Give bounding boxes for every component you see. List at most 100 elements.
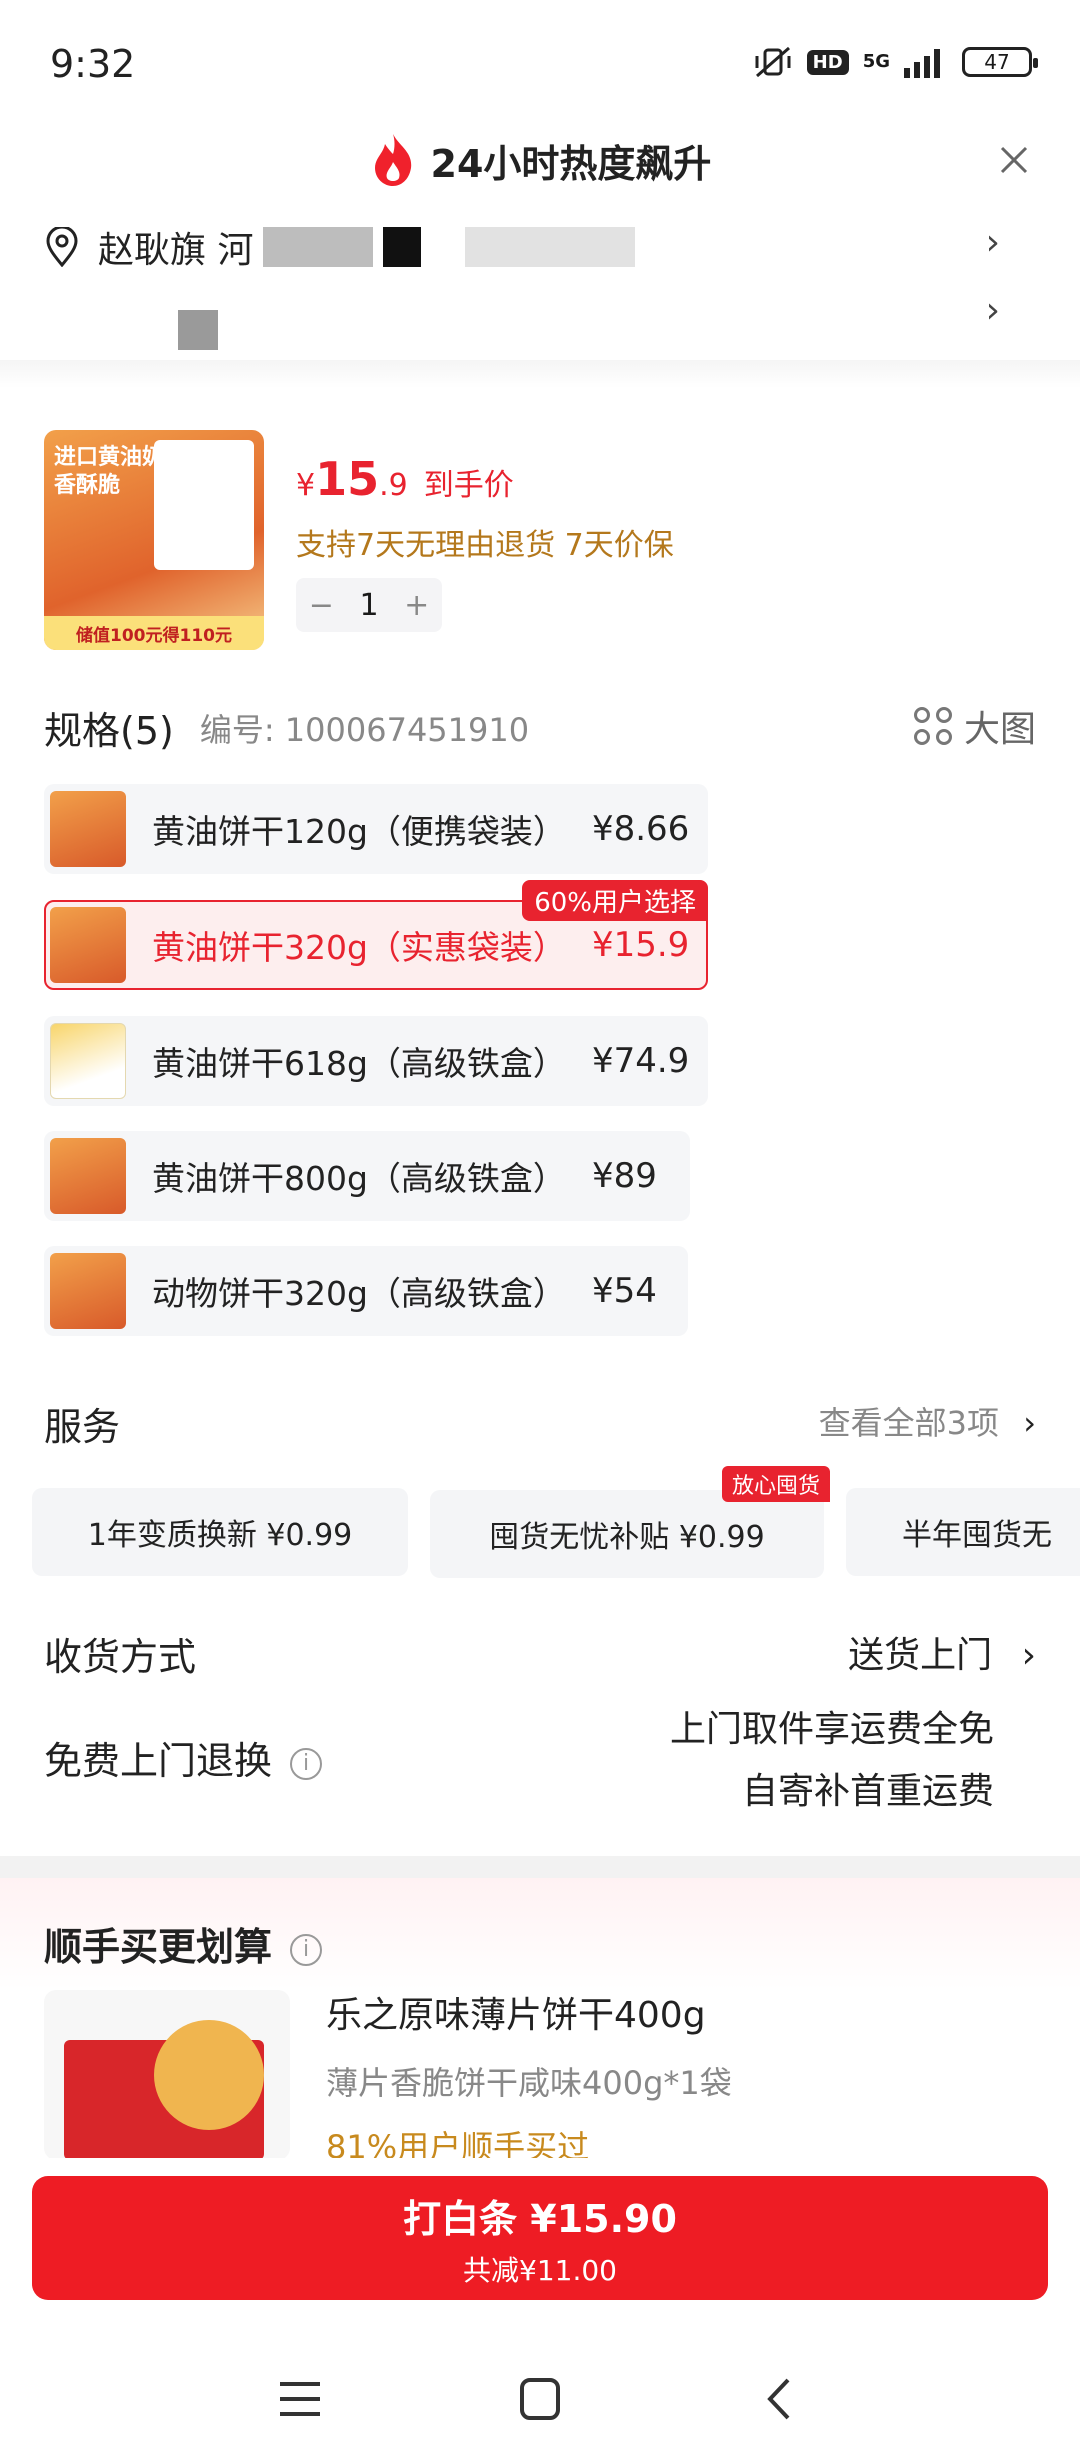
recommend-product-image[interactable] [44,1990,290,2160]
network-type: 5G [862,51,890,72]
service-row: 1年变质换新 ¥0.99 囤货无忧补贴 ¥0.99 半年囤货无 [32,1488,1080,1578]
address-row[interactable]: 赵耿旗 河 › [44,218,1044,276]
location-icon [46,227,78,267]
return-line-2: 自寄补首重运费 [741,1771,994,1812]
price-symbol: ¥ [296,468,316,503]
recommend-title-label: 顺手买更划算 [44,1925,273,1969]
home-icon[interactable] [510,2374,570,2424]
sku-price: ¥15.9 [591,925,690,965]
address-text: 赵耿旗 河 [98,230,254,271]
sku-price: ¥89 [591,1156,657,1196]
quantity-stepper: − 1 + [296,578,442,632]
chevron-right-icon: › [985,222,1000,263]
sku-option[interactable]: 黄油饼干120g（便携袋装） ¥8.66 [44,784,708,874]
sku-option[interactable]: 动物饼干320g（高级铁盒） ¥54 [44,1246,688,1336]
spec-title: 规格(5) [44,709,174,753]
buy-button-discount: 共减¥11.00 [463,2253,617,2287]
service-card-label: 半年囤货无 [902,1518,1052,1553]
buy-button-label: 打白条 ¥15.90 [403,2196,677,2241]
address-redacted [263,227,374,267]
status-icons: HD 5G 47 [753,44,1038,80]
return-line-1: 上门取件享运费全免 [669,1709,994,1750]
decrease-button[interactable]: − [309,588,334,623]
flame-icon [374,134,411,186]
battery-level: 47 [984,50,1010,74]
service-card-label: 1年变质换新 ¥0.99 [87,1518,353,1553]
service-badge: 放心囤货 [722,1466,831,1502]
sku-name: 黄油饼干120g（便携袋装） [152,812,566,851]
service-card[interactable]: 囤货无忧补贴 ¥0.99 [430,1490,824,1578]
service-more-label: 查看全部3项 [818,1404,1000,1442]
info-icon[interactable]: i [290,1933,323,1966]
product-package [154,440,254,570]
sku-option[interactable]: 黄油饼干618g（高级铁盒） ¥74.9 [44,1016,708,1106]
sku-name: 黄油饼干320g（实惠袋装） [152,928,566,967]
back-icon[interactable] [750,2374,810,2424]
increase-button[interactable]: + [404,588,429,623]
price: ¥ 15 .9 到手价 [296,452,514,506]
address-redacted [178,310,218,350]
chevron-right-icon: › [1023,1404,1036,1442]
recommend-product-desc: 薄片香脆饼干咸味400g*1袋 [326,2064,732,2102]
recommend-title: 顺手买更划算 i [44,1916,323,1971]
address-row-2[interactable]: › [44,290,1044,350]
bottom-bar: 打白条 ¥15.90 共减¥11.00 [0,2158,1080,2338]
popular-badge: 60%用户选择 [522,880,708,921]
product-image-text: 进口黄油奶香酥脆 [54,445,165,498]
page-title: 24小时热度飙升 [430,141,712,186]
header: 24小时热度飙升 [0,120,1080,200]
big-image-button[interactable]: 大图 [913,700,1036,752]
delivery-method[interactable]: 送货上门 › [848,1626,1036,1678]
product-image[interactable]: 进口黄油奶香酥脆 储值100元得110元 [44,430,264,650]
sku-name: 动物饼干320g（高级铁盒） [152,1274,566,1313]
big-image-label: 大图 [963,709,1036,750]
menu-icon[interactable] [270,2374,330,2424]
battery-icon: 47 [962,47,1038,77]
address-redacted [465,227,636,267]
chevron-right-icon: › [1021,1635,1036,1676]
sku-price: ¥74.9 [591,1041,690,1081]
product-code: 编号: 100067451910 [199,710,530,749]
return-title-label: 免费上门退换 [44,1739,273,1783]
service-more-link[interactable]: 查看全部3项 › [819,1398,1036,1444]
close-icon[interactable] [994,140,1034,180]
hd-badge: HD [806,49,849,75]
price-suffix: 到手价 [423,468,514,503]
sku-thumbnail [50,1023,126,1099]
sku-thumbnail [50,907,126,983]
quantity-value[interactable]: 1 [359,588,378,623]
mute-vibrate-icon [755,46,791,78]
price-decimal: .9 [379,468,408,503]
signal-icon [904,49,940,78]
status-time: 9:32 [50,42,136,86]
product-image-banner: 储值100元得110元 [44,616,264,650]
sku-option[interactable]: 黄油饼干800g（高级铁盒） ¥89 [44,1131,690,1221]
return-title: 免费上门退换 i [44,1730,323,1785]
cracker-shape [154,2020,264,2130]
sku-name: 黄油饼干800g（高级铁盒） [152,1159,566,1198]
info-icon[interactable]: i [290,1747,323,1780]
sku-price: ¥8.66 [591,809,690,849]
recommend-product-name[interactable]: 乐之原味薄片饼干400g [326,1986,706,2038]
sku-option-selected[interactable]: 黄油饼干320g（实惠袋装） ¥15.9 60%用户选择 [44,880,708,990]
divider [0,1856,1080,1878]
delivery-value: 送货上门 [848,1635,993,1676]
service-title: 服务 [44,1405,121,1449]
delivery-title: 收货方式 [44,1635,197,1679]
sku-thumbnail [50,791,126,867]
service-card[interactable]: 半年囤货无 [846,1488,1080,1576]
sku-thumbnail [50,1138,126,1214]
sku-thumbnail [50,1253,126,1329]
sku-name: 黄油饼干618g（高级铁盒） [152,1044,566,1083]
grid-icon [913,707,952,745]
status-bar: 9:32 HD 5G 47 [0,0,1080,120]
spec-header: 规格(5) 编号: 100067451910 大图 [44,700,1036,755]
service-card-label: 囤货无忧补贴 ¥0.99 [489,1520,765,1555]
buy-button[interactable]: 打白条 ¥15.90 共减¥11.00 [32,2176,1048,2300]
sku-price: ¥54 [591,1271,657,1311]
service-card[interactable]: 1年变质换新 ¥0.99 [32,1488,408,1576]
address-redacted [383,227,422,267]
system-nav-bar [0,2338,1080,2460]
chevron-right-icon: › [985,290,1000,331]
divider [0,360,1080,388]
